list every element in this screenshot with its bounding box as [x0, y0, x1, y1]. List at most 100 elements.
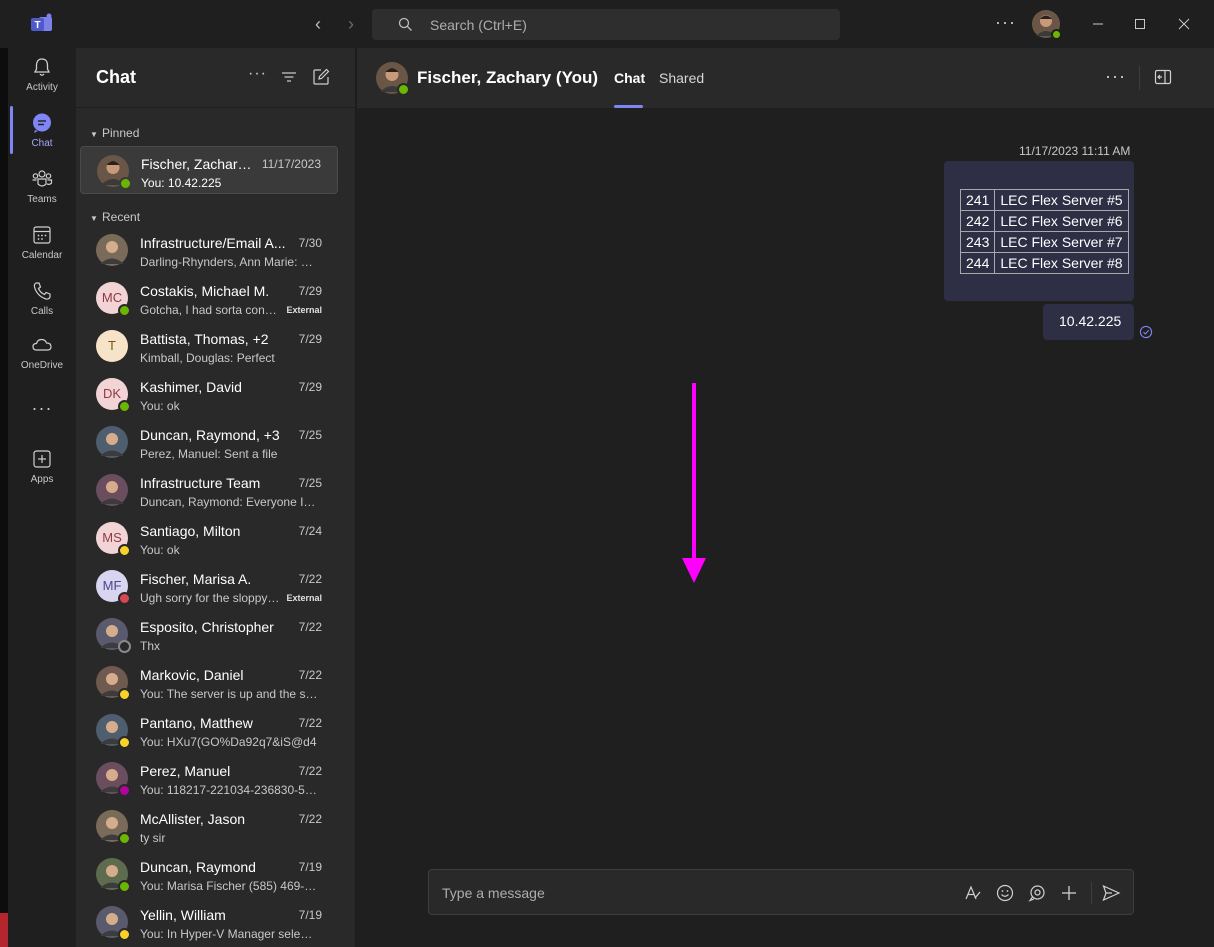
chat-row[interactable]: DK Kashimer, David 7/29 You: ok — [80, 370, 338, 418]
rail-item-activity[interactable]: Activity — [8, 50, 76, 104]
chat-name: Duncan, Raymond, +3 — [140, 427, 280, 443]
search-box[interactable] — [372, 9, 840, 40]
tab-shared[interactable]: Shared — [659, 70, 704, 86]
rail-label: Calls — [30, 306, 54, 317]
chat-list-header: Chat ··· — [76, 48, 355, 108]
rail-item-chat[interactable]: Chat — [8, 106, 76, 160]
chat-row[interactable]: Markovic, Daniel 7/22 You: The server is u… — [80, 658, 338, 706]
chat-name: Fischer, Zachary... — [141, 156, 255, 172]
search-input[interactable] — [430, 16, 810, 34]
more-apps-icon[interactable]: ··· — [8, 398, 76, 419]
tab-chat[interactable]: Chat — [614, 70, 645, 86]
chat-row-pinned[interactable]: Fischer, Zachary... 11/17/2023 You: 10.4… — [80, 146, 338, 194]
section-label: Recent — [102, 210, 141, 224]
minimize-icon[interactable] — [1086, 12, 1110, 36]
chat-preview: ty sir — [140, 831, 166, 845]
chat-date: 7/19 — [298, 860, 322, 874]
chat-name: McAllister, Jason — [140, 811, 246, 827]
chat-row[interactable]: McAllister, Jason 7/22 ty sir — [80, 802, 338, 850]
chat-row[interactable]: Infrastructure Team 7/25 Duncan, Raymond: … — [80, 466, 338, 514]
more-options-icon[interactable]: ··· — [248, 65, 266, 83]
presence-available-icon — [118, 400, 131, 413]
cloud-icon — [32, 338, 52, 351]
profile-avatar[interactable] — [1032, 10, 1062, 40]
chat-row[interactable]: Infrastructure/Email A... 7/30 Darling-Rhy… — [80, 226, 338, 274]
back-arrow-icon[interactable]: ‹ — [309, 14, 327, 34]
avatar — [96, 474, 128, 506]
avatar — [96, 714, 131, 749]
chat-row[interactable]: Esposito, Christopher 7/22 Thx — [80, 610, 338, 658]
table-cell-server: LEC Flex Server #8 — [994, 252, 1129, 274]
avatar — [96, 234, 128, 266]
pinned-section-toggle[interactable]: ▼ Pinned — [90, 126, 139, 140]
chat-date: 7/30 — [298, 236, 322, 250]
person-photo-icon — [96, 474, 128, 506]
chat-row[interactable]: MS Santiago, Milton 7/24 You: ok — [80, 514, 338, 562]
rail-item-apps[interactable]: Apps — [8, 442, 76, 496]
chat-date: 7/29 — [298, 332, 322, 346]
chat-row[interactable]: Perez, Manuel 7/22 You: 118217-221034-2368… — [80, 754, 338, 802]
avatar — [96, 426, 128, 458]
chat-row[interactable]: MC Costakis, Michael M. 7/29 Gotcha, I had … — [80, 274, 338, 322]
title-bar: T ‹ › ··· — [0, 0, 1214, 48]
avatar — [376, 62, 410, 96]
chat-name: Pantano, Matthew — [140, 715, 253, 731]
chat-list-panel: Chat ··· ▼ Pinned Fischer, Zachary... 11/… — [76, 48, 356, 947]
chat-name: Santiago, Milton — [140, 523, 241, 539]
person-photo-icon — [96, 426, 128, 458]
presence-busy-icon — [118, 592, 131, 605]
chat-name: Infrastructure/Email A... — [140, 235, 286, 251]
send-icon[interactable] — [1101, 883, 1121, 903]
more-options-icon[interactable]: ··· — [1105, 66, 1126, 87]
rail-item-teams[interactable]: Teams — [8, 162, 76, 216]
chat-row[interactable]: Pantano, Matthew 7/22 You: HXu7(GO%Da92q7&… — [80, 706, 338, 754]
avatar-initials: T — [96, 330, 128, 362]
chat-date: 7/22 — [298, 620, 322, 634]
message-bubble-table[interactable]: 241 LEC Flex Server #5 242 LEC Flex Server … — [944, 161, 1134, 301]
table-row: 244 LEC Flex Server #8 — [959, 252, 1129, 274]
down-arrow-annotation-icon — [682, 383, 706, 583]
message-bubble-text[interactable]: 10.42.225 — [1043, 304, 1134, 340]
chat-row[interactable]: Yellin, William 7/19 You: In Hyper-V Manag… — [80, 898, 338, 946]
add-attachment-icon[interactable] — [1059, 883, 1079, 903]
table-cell-server: LEC Flex Server #6 — [994, 210, 1129, 232]
chat-bubble-icon — [33, 113, 51, 133]
presence-available-icon — [118, 832, 131, 845]
chat-row[interactable]: Duncan, Raymond 7/19 You: Marisa Fischer (… — [80, 850, 338, 898]
message-composer[interactable] — [428, 869, 1134, 915]
new-chat-icon[interactable] — [312, 68, 330, 86]
rail-item-onedrive[interactable]: OneDrive — [8, 328, 76, 382]
search-icon — [398, 17, 412, 31]
avatar — [96, 810, 131, 845]
calendar-icon — [33, 226, 51, 244]
avatar — [96, 666, 131, 701]
rail-label: Teams — [27, 194, 57, 205]
loop-component-icon[interactable] — [1027, 883, 1047, 903]
chat-date: 7/22 — [298, 764, 322, 778]
forward-arrow-icon[interactable]: › — [342, 14, 360, 34]
close-icon[interactable] — [1172, 12, 1196, 36]
external-badge: External — [286, 593, 322, 603]
chat-row[interactable]: MF Fischer, Marisa A. 7/22 Ugh sorry for th… — [80, 562, 338, 610]
chat-row[interactable]: T Battista, Thomas, +2 7/29 Kimball, Dougla… — [80, 322, 338, 370]
presence-offline-icon — [118, 640, 131, 653]
filter-icon[interactable] — [280, 68, 298, 86]
conversation-title: Fischer, Zachary (You) — [417, 68, 599, 87]
emoji-icon[interactable] — [995, 883, 1015, 903]
chat-preview: You: 118217-221034-236830-57... — [140, 783, 318, 797]
recent-section-toggle[interactable]: ▼ Recent — [90, 210, 140, 224]
external-badge: External — [286, 305, 322, 315]
chat-row[interactable]: Duncan, Raymond, +3 7/25 Perez, Manuel: Se… — [80, 418, 338, 466]
chat-date: 11/17/2023 — [261, 157, 321, 171]
presence-away-icon — [118, 688, 131, 701]
open-side-panel-icon[interactable] — [1154, 69, 1172, 85]
table-cell-id: 244 — [959, 252, 996, 274]
maximize-icon[interactable] — [1128, 12, 1152, 36]
rail-item-calendar[interactable]: Calendar — [8, 218, 76, 272]
rail-item-calls[interactable]: Calls — [8, 274, 76, 328]
chat-preview: You: In Hyper-V Manager select... — [140, 927, 318, 941]
chat-date: 7/25 — [298, 476, 322, 490]
more-options-icon[interactable]: ··· — [995, 12, 1016, 33]
message-input[interactable] — [442, 884, 922, 902]
format-icon[interactable] — [963, 883, 983, 903]
